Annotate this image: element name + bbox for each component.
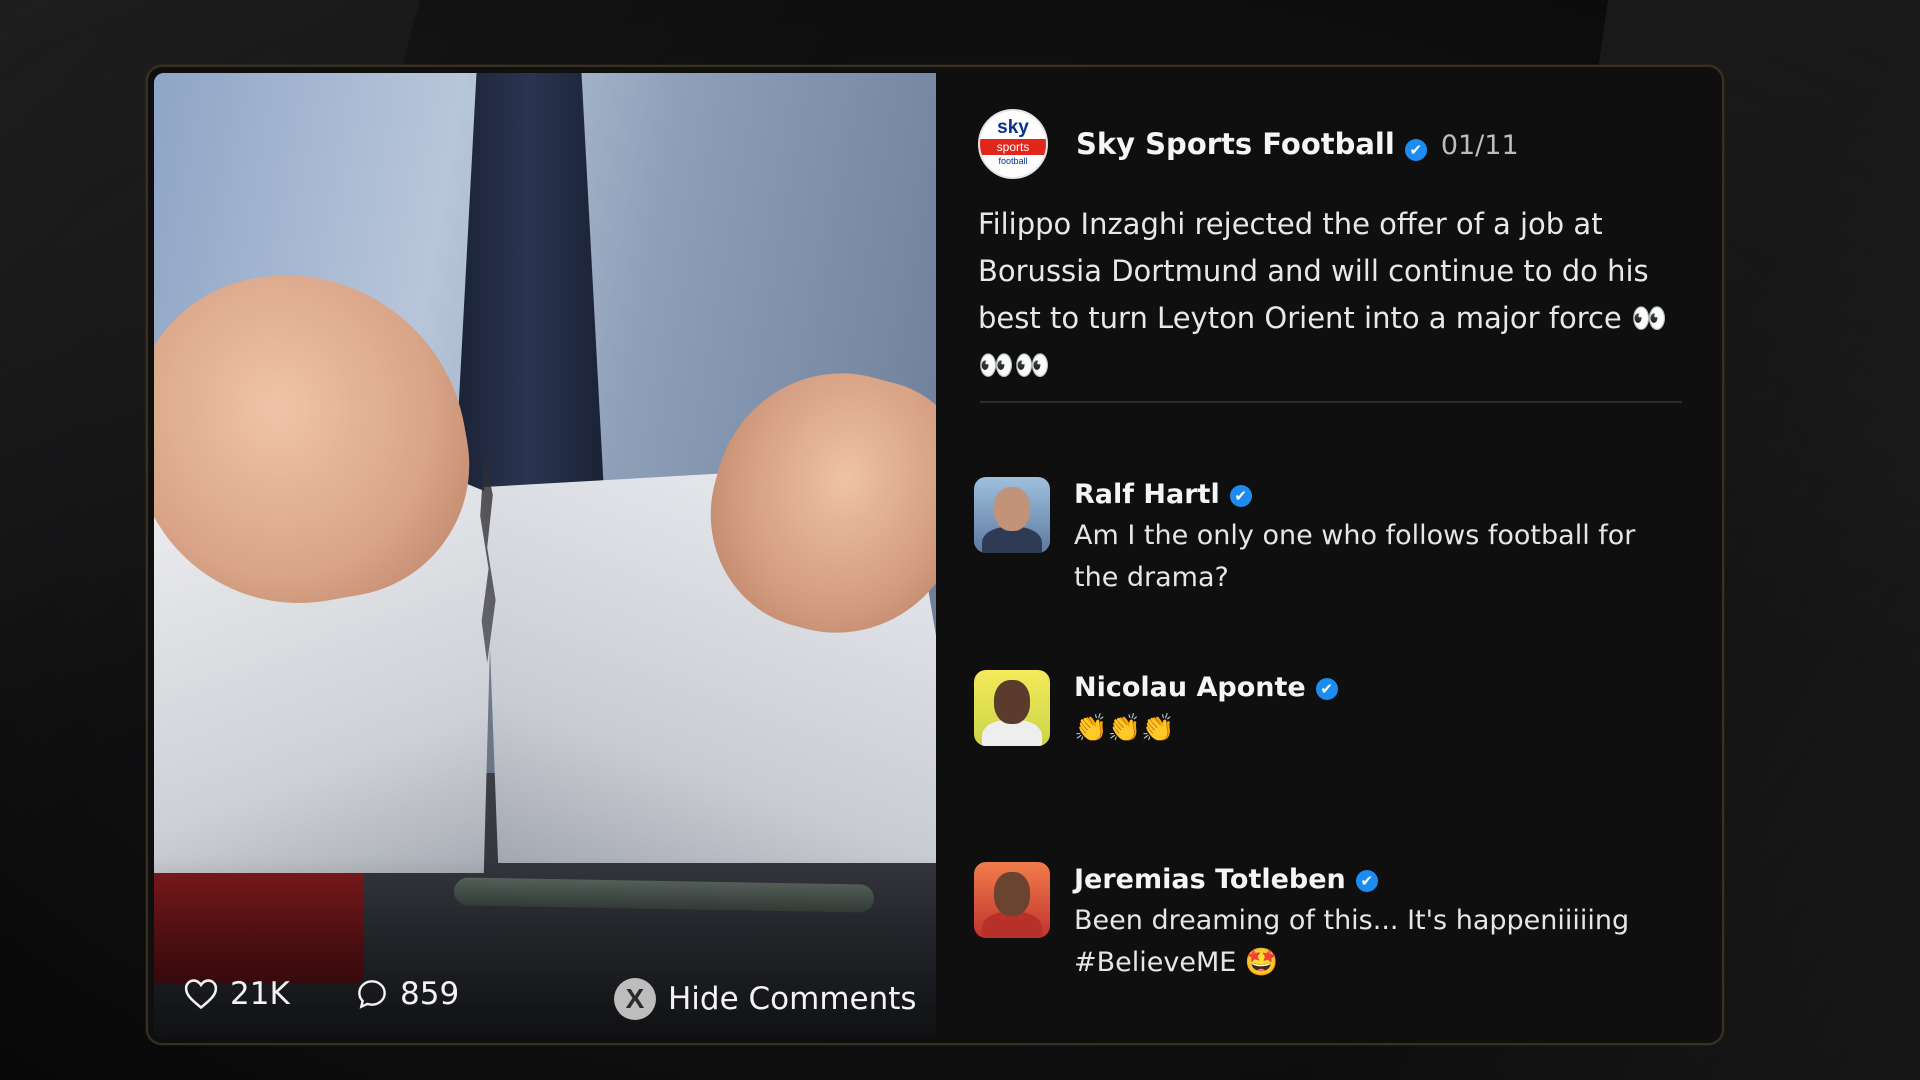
post-image: 21K 859 X Hide Comments <box>154 73 936 1037</box>
logo-line-1: sky <box>997 117 1029 138</box>
hide-comments-label: Hide Comments <box>668 981 917 1017</box>
image-tie <box>454 73 604 493</box>
logo-line-3: football <box>998 156 1028 166</box>
comment-button[interactable]: 859 <box>356 976 459 1012</box>
comment-author[interactable]: Jeremias Totleben ✔ <box>1074 864 1378 895</box>
verified-badge-icon: ✔ <box>1404 138 1427 161</box>
verified-badge-icon: ✔ <box>1355 869 1378 892</box>
post-author[interactable]: Sky Sports Football <box>1076 127 1395 161</box>
post-header: sky sports football Sky Sports Football ✔… <box>978 109 1519 179</box>
hide-comments-button[interactable]: X Hide Comments <box>614 978 917 1020</box>
comment-text: Am I the only one who follows football f… <box>1074 520 1636 593</box>
heart-icon <box>184 979 218 1010</box>
like-button[interactable]: 21K <box>184 976 290 1012</box>
close-icon: X <box>614 978 656 1020</box>
comment-text: Been dreaming of this... It's happeniiii… <box>1074 905 1630 978</box>
avatar[interactable] <box>974 862 1050 938</box>
avatar[interactable] <box>974 477 1050 553</box>
verified-badge-icon: ✔ <box>1229 484 1252 507</box>
comment-author[interactable]: Ralf Hartl ✔ <box>1074 479 1252 510</box>
avatar-face <box>994 487 1030 531</box>
comment-author-name: Nicolau Aponte <box>1074 672 1306 703</box>
logo-line-2: sports <box>980 139 1046 155</box>
avatar-face <box>994 680 1030 724</box>
like-count: 21K <box>230 976 290 1012</box>
post-author-line: Sky Sports Football ✔ 01/11 <box>1076 127 1519 161</box>
post-text: Filippo Inzaghi rejected the offer of a … <box>978 207 1668 382</box>
avatar[interactable] <box>974 670 1050 746</box>
comment-author-name: Ralf Hartl <box>1074 479 1220 510</box>
sky-sports-logo[interactable]: sky sports football <box>978 109 1048 179</box>
comment-author-name: Jeremias Totleben <box>1074 864 1346 895</box>
comment-author[interactable]: Nicolau Aponte ✔ <box>1074 672 1338 703</box>
post-panel: sky sports football Sky Sports Football ✔… <box>936 67 1722 1043</box>
avatar-face <box>994 872 1030 916</box>
comment-count: 859 <box>400 976 460 1012</box>
social-post-card: 21K 859 X Hide Comments sky sports footb… <box>146 65 1724 1045</box>
post-date: 01/11 <box>1440 130 1519 161</box>
divider <box>980 401 1682 403</box>
speech-bubble-icon <box>358 980 386 1009</box>
comment-text: 👏👏👏 <box>1074 713 1175 744</box>
verified-badge-icon: ✔ <box>1315 677 1338 700</box>
